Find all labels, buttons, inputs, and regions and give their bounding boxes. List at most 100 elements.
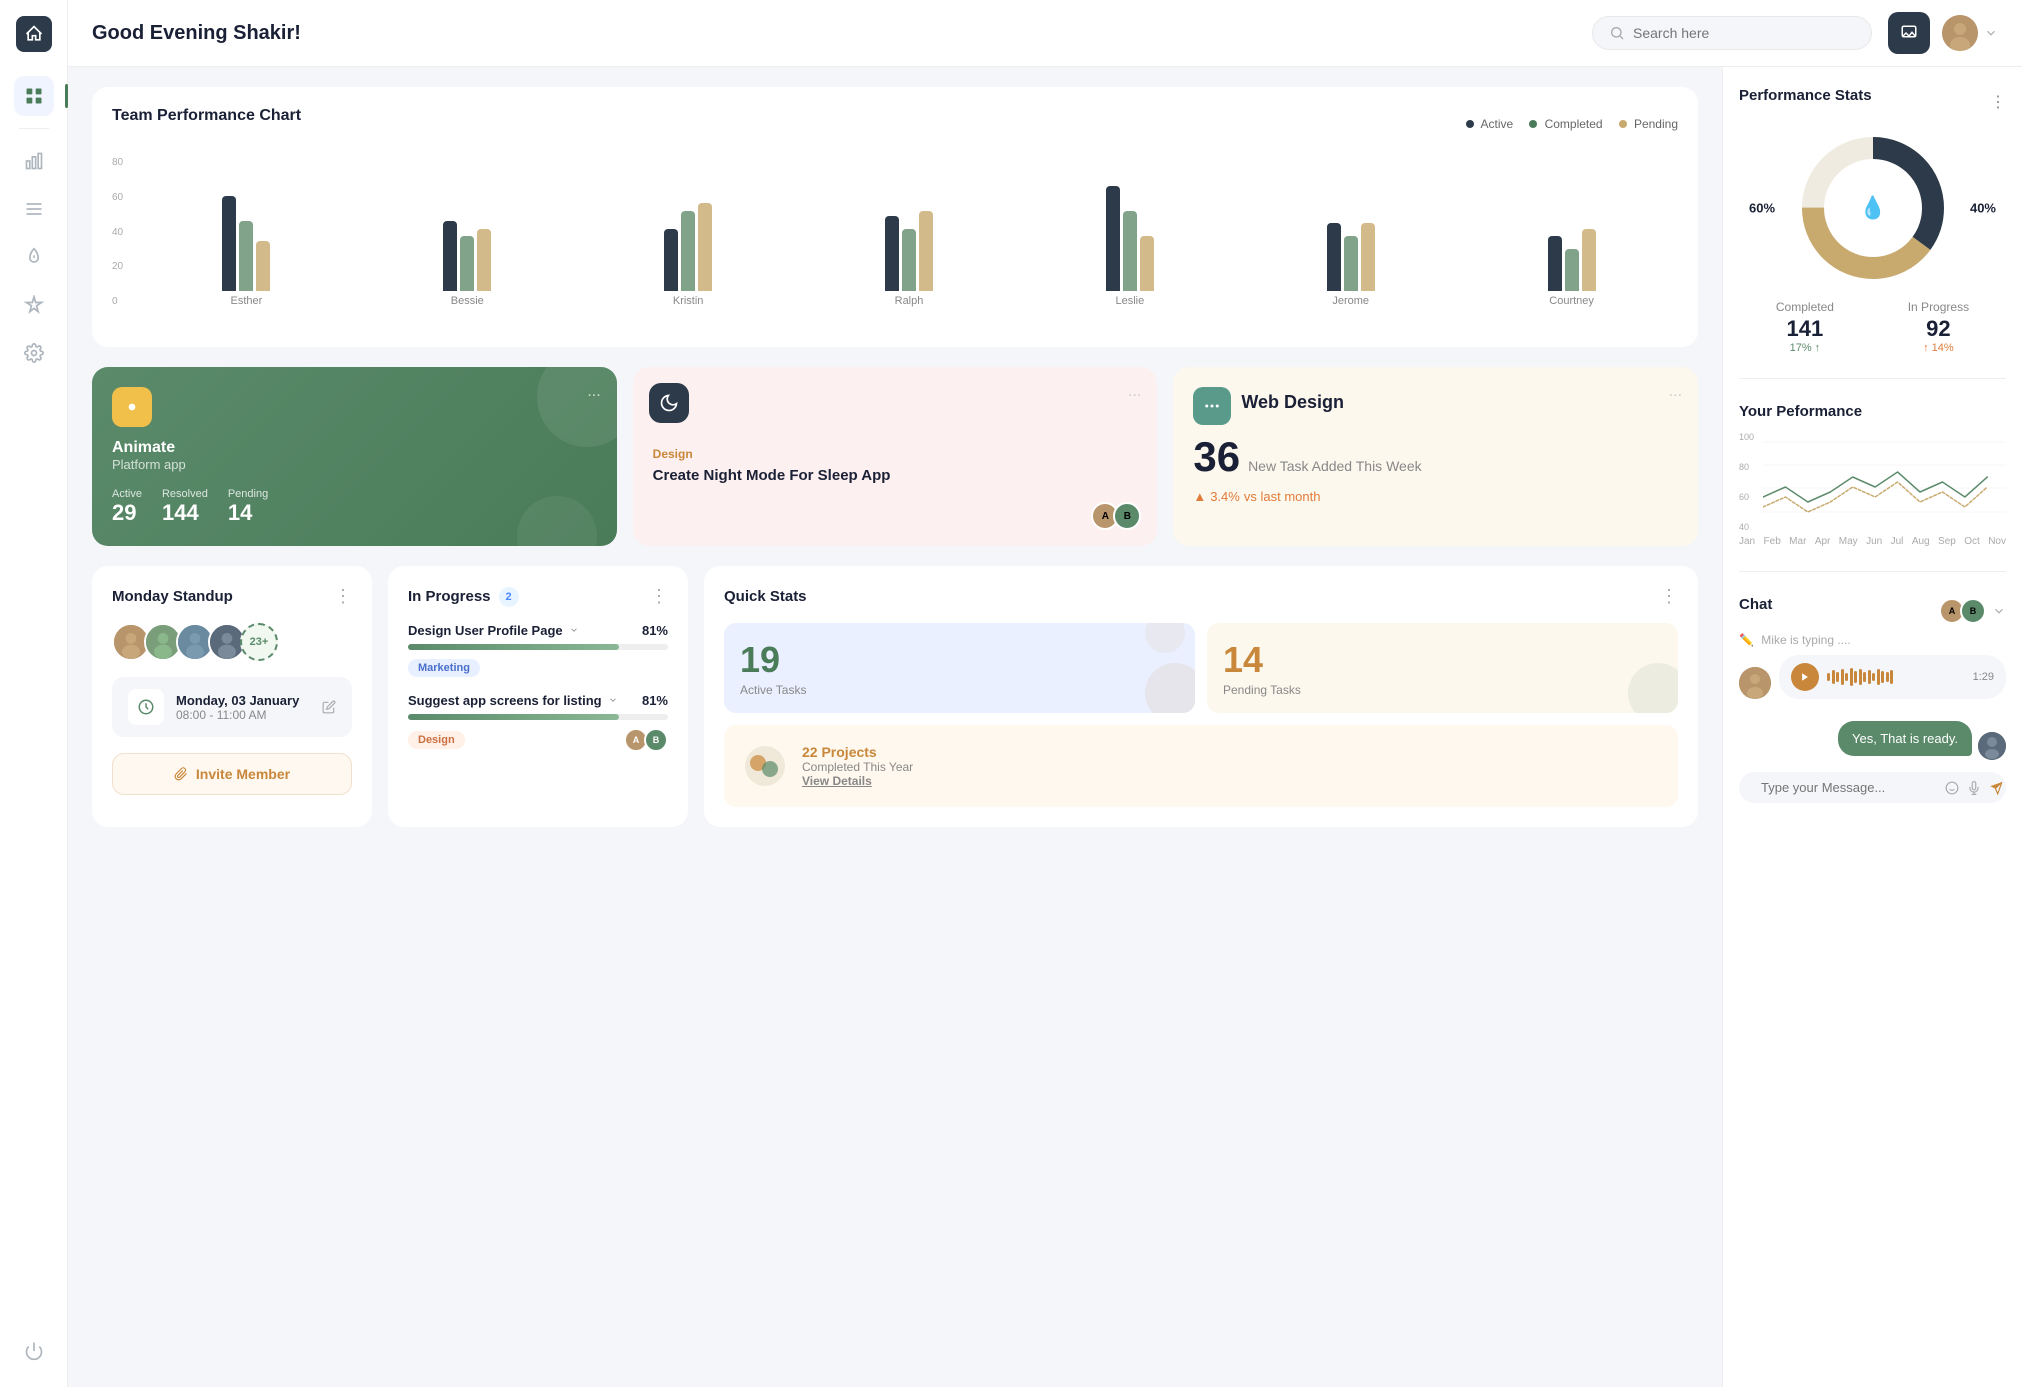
donut-inprogress-pct: 40%: [1970, 201, 1996, 216]
bar-gold-courtney: [1582, 229, 1596, 291]
bar-gold-esther: [256, 241, 270, 291]
trend-value: 3.4%: [1210, 489, 1240, 504]
in-progress-more[interactable]: ⋮: [650, 586, 668, 607]
progress-task-2: Suggest app screens for listing 81% D: [408, 693, 668, 752]
perf-stats-header: Performance Stats ⋮: [1739, 87, 2006, 116]
legend-dot-active: [1466, 120, 1474, 128]
bar-green-bessie: [460, 236, 474, 291]
perf-stats-title: Performance Stats: [1739, 87, 1872, 104]
task-2-avatar-2: B: [644, 728, 668, 752]
webdesign-card-header: Web Design: [1193, 387, 1678, 425]
microphone-icon[interactable]: [1967, 781, 1981, 795]
in-progress-header: In Progress 2 ⋮: [408, 586, 668, 607]
header: Good Evening Shakir!: [68, 0, 2022, 67]
animate-card: Animate Platform app ... Active 29 Resol…: [92, 367, 617, 546]
projects-link[interactable]: View Details: [802, 774, 913, 788]
line-chart-x-labels: Jan Feb Mar Apr May Jun Jul Aug Sep Oct …: [1739, 536, 2006, 547]
animate-card-more[interactable]: ...: [587, 383, 600, 401]
webdesign-more[interactable]: ...: [1669, 383, 1682, 401]
design-category: Design: [653, 447, 1138, 461]
bar-green-ralph: [902, 229, 916, 291]
edit-icon[interactable]: [322, 700, 336, 714]
active-tasks-stat: 19 Active Tasks: [724, 623, 1195, 713]
standup-card: Monday Standup ⋮: [92, 566, 372, 827]
emoji-icon[interactable]: [1945, 781, 1959, 795]
trend-text: vs last month: [1244, 489, 1321, 504]
sidebar-item-charts[interactable]: [14, 141, 54, 181]
sidebar-item-list[interactable]: [14, 189, 54, 229]
chart-label-courtney: Courtney: [1549, 295, 1594, 307]
bar-gold-jerome: [1361, 223, 1375, 291]
bar-green-leslie: [1123, 211, 1137, 291]
pencil-icon: ✏️: [1739, 633, 1754, 647]
donut-completed-pct: 60%: [1749, 201, 1775, 216]
sidebar-item-rocket[interactable]: [14, 285, 54, 325]
webdesign-stats: 36 New Task Added This Week: [1193, 433, 1678, 481]
quick-stats-more[interactable]: ⋮: [1660, 586, 1678, 607]
design-card-more[interactable]: ...: [1128, 383, 1141, 401]
stat-resolved: Resolved 144: [162, 488, 208, 526]
legend-dot-completed: [1529, 120, 1537, 128]
perf-stats-more[interactable]: ⋮: [1990, 92, 2006, 112]
sidebar-divider-1: [19, 128, 49, 129]
standup-more[interactable]: ⋮: [334, 586, 352, 607]
performance-stats-section: Performance Stats ⋮ 💧: [1739, 87, 2006, 354]
chart-group-jerome: Jerome: [1244, 161, 1457, 307]
chat-message-input[interactable]: [1761, 780, 1937, 795]
progress-task-1: Design User Profile Page 81% Marketing: [408, 623, 668, 677]
in-progress-title-row: In Progress 2: [408, 587, 519, 607]
logo[interactable]: [16, 16, 52, 52]
divider-1: [1739, 378, 2006, 379]
chart-label-ralph: Ralph: [895, 295, 924, 307]
progress-task-2-title: Suggest app screens for listing: [408, 693, 618, 708]
trend-arrow-icon: ▲: [1193, 489, 1206, 504]
webdesign-icon: [1193, 387, 1231, 425]
projects-count: 22 Projects: [802, 744, 913, 760]
search-input[interactable]: [1633, 25, 1855, 41]
invite-member-button[interactable]: Invite Member: [112, 753, 352, 795]
chevron-down-icon-task1[interactable]: [569, 625, 579, 635]
sidebar-item-settings[interactable]: [14, 333, 54, 373]
play-button[interactable]: [1791, 663, 1819, 691]
user-avatar-wrapper[interactable]: [1942, 15, 1998, 51]
line-chart-wrapper: 100 80 60 40: [1739, 432, 2006, 532]
chevron-down-icon-task2[interactable]: [608, 695, 618, 705]
bar-green-jerome: [1344, 236, 1358, 291]
line-chart-y-labels: 100 80 60 40: [1739, 432, 1754, 532]
sidebar-item-activity[interactable]: [14, 237, 54, 277]
pending-tasks-stat: 14 Pending Tasks: [1207, 623, 1678, 713]
progress-task-1-pct: 81%: [642, 623, 668, 638]
search-bar[interactable]: [1592, 16, 1872, 50]
chart-label-kristin: Kristin: [673, 295, 704, 307]
donut-chart: 💧: [1793, 128, 1953, 288]
sidebar-item-dashboard[interactable]: [14, 76, 54, 116]
progress-bar-1-bg: [408, 644, 668, 650]
waveform: [1827, 667, 1965, 687]
in-progress-title: In Progress: [408, 588, 491, 605]
projects-icon: [740, 741, 790, 791]
quick-stats-title: Quick Stats: [724, 588, 807, 605]
bar-dark-esther: [222, 196, 236, 291]
perf-inprogress-change: ↑ 14%: [1908, 342, 1969, 354]
messages-button[interactable]: [1888, 12, 1930, 54]
chevron-down-icon-chat[interactable]: [1992, 604, 2006, 618]
perf-completed-change: 17% ↑: [1776, 342, 1834, 354]
avatar-2: B: [1113, 502, 1141, 530]
tag-marketing: Marketing: [408, 659, 480, 677]
projects-sub: Completed This Year: [802, 760, 913, 774]
chart-label-bessie: Bessie: [451, 295, 484, 307]
perf-inprogress-label: In Progress: [1908, 300, 1969, 314]
send-icon[interactable]: [1989, 781, 2003, 795]
standup-time-block: Monday, 03 January 08:00 - 11:00 AM: [112, 677, 352, 737]
perf-completed-value: 141: [1776, 316, 1834, 342]
chart-title: Team Performance Chart: [112, 107, 301, 125]
bar-green-courtney: [1565, 249, 1579, 291]
perf-completed-block: Completed 141 17% ↑: [1776, 300, 1834, 354]
chat-header: Chat A B: [1739, 596, 2006, 625]
perf-inprogress-value: 92: [1908, 316, 1969, 342]
quick-stats-grid: 19 Active Tasks 14 Pending Tasks: [724, 623, 1678, 807]
webdesign-new-task: New Task Added This Week: [1248, 458, 1422, 474]
design-task-avatars: A B: [1091, 502, 1141, 530]
sidebar-item-power[interactable]: [14, 1331, 54, 1371]
search-icon: [1609, 25, 1625, 41]
